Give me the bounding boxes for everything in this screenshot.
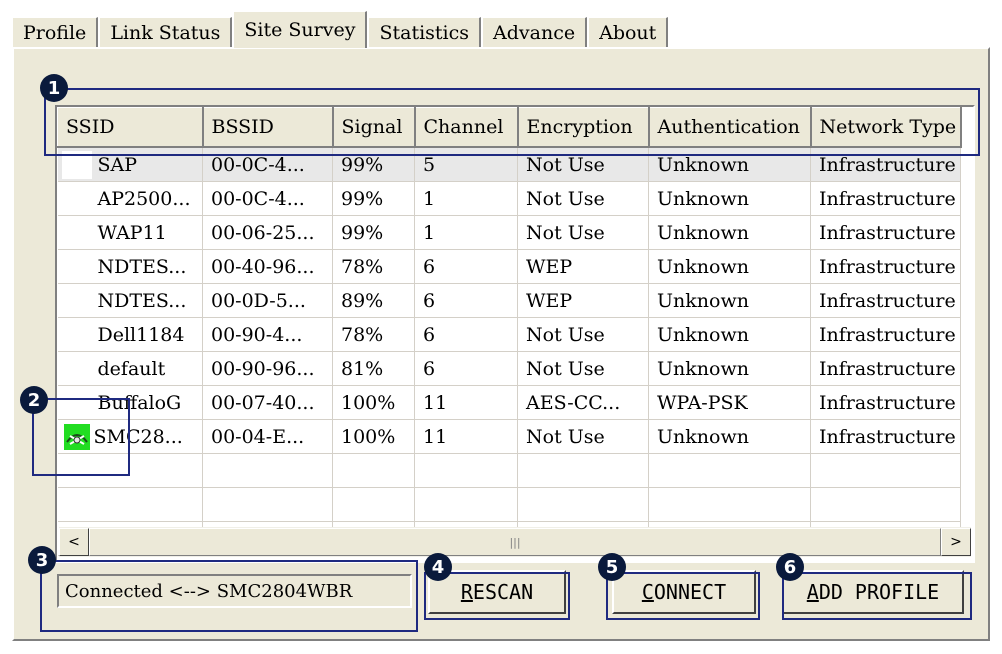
tab-about[interactable]: About: [588, 17, 669, 48]
scroll-right-button[interactable]: >: [941, 528, 971, 556]
cell-network-type: Infrastructure: [810, 283, 961, 318]
cell-bssid: 00-90-4...: [202, 317, 333, 352]
tab-statistics[interactable]: Statistics: [368, 17, 482, 48]
cell-channel: 6: [414, 317, 518, 352]
cell-encryption: Not Use: [517, 215, 649, 250]
cell-bssid: 00-0D-5...: [202, 283, 333, 318]
cell-channel: 6: [414, 249, 518, 284]
scroll-right-icon: >: [950, 534, 962, 550]
cell-encryption: Not Use: [517, 317, 649, 352]
callout-box-2: [32, 398, 130, 476]
cell-authentication: Unknown: [648, 419, 811, 454]
cell-bssid: 00-04-E...: [202, 419, 333, 454]
cell-signal: 78%: [332, 249, 415, 284]
cell-encryption: AES-CC...: [517, 385, 649, 420]
cell-network-type: Infrastructure: [810, 215, 961, 250]
table-row[interactable]: WAP11 00-06-25... 99% 1 Not Use Unknown …: [57, 215, 961, 250]
cell-signal: 99%: [332, 181, 415, 216]
cell-authentication: WPA-PSK: [648, 385, 811, 420]
network-table: SSID BSSID Signal Channel Encryption Aut…: [57, 107, 962, 556]
table-row[interactable]: default 00-90-96... 81% 6 Not Use Unknow…: [57, 351, 961, 386]
cell-authentication: Unknown: [648, 181, 811, 216]
cell-bssid: 00-90-96...: [202, 351, 333, 386]
scroll-left-button[interactable]: <: [59, 528, 89, 556]
cell-channel: 1: [414, 181, 518, 216]
callout-box-4: [424, 572, 570, 620]
callout-badge-2: 2: [20, 386, 48, 414]
table-row[interactable]: NDTES... 00-40-96... 78% 6 WEP Unknown I…: [57, 249, 961, 284]
cell-channel: 6: [414, 351, 518, 386]
cell-network-type: Infrastructure: [810, 181, 961, 216]
cell-network-type: Infrastructure: [810, 317, 961, 352]
cell-signal: 99%: [332, 215, 415, 250]
callout-badge-6: 6: [776, 553, 804, 581]
cell-channel: 6: [414, 283, 518, 318]
cell-network-type: Infrastructure: [810, 419, 961, 454]
callout-box-5: [606, 572, 760, 620]
cell-authentication: Unknown: [648, 317, 811, 352]
cell-signal: 81%: [332, 351, 415, 386]
callout-badge-5: 5: [598, 553, 626, 581]
cell-ssid: Dell1184: [57, 317, 203, 352]
callout-badge-1: 1: [40, 74, 68, 102]
table-row[interactable]: BuffaloG 00-07-40... 100% 11 AES-CC... W…: [57, 385, 961, 420]
cell-network-type: Infrastructure: [810, 351, 961, 386]
cell-network-type: Infrastructure: [810, 249, 961, 284]
table-row-empty: [57, 487, 961, 522]
cell-bssid: 00-0C-4...: [202, 181, 333, 216]
callout-badge-3: 3: [28, 546, 56, 574]
cell-authentication: Unknown: [648, 249, 811, 284]
cell-authentication: Unknown: [648, 351, 811, 386]
cell-signal: 78%: [332, 317, 415, 352]
tab-site-survey[interactable]: Site Survey: [233, 11, 368, 48]
callout-badge-4: 4: [424, 553, 452, 581]
table-row[interactable]: NDTES... 00-0D-5... 89% 6 WEP Unknown In…: [57, 283, 961, 318]
horizontal-scrollbar[interactable]: < ||| >: [59, 527, 971, 557]
table-row-empty: [57, 453, 961, 488]
table-row[interactable]: SMC28... 00-04-E... 100% 11 Not Use Unkn…: [57, 419, 961, 454]
table-row[interactable]: Dell1184 00-90-4... 78% 6 Not Use Unknow…: [57, 317, 961, 352]
cell-signal: 89%: [332, 283, 415, 318]
cell-ssid: WAP11: [57, 215, 203, 250]
table-row[interactable]: AP2500... 00-0C-4... 99% 1 Not Use Unkno…: [57, 181, 961, 216]
callout-box-1: [44, 88, 980, 156]
cell-ssid: AP2500...: [57, 181, 203, 216]
tab-bar: Profile Link Status Site Survey Statisti…: [12, 11, 669, 48]
tab-profile[interactable]: Profile: [12, 17, 99, 48]
scroll-left-icon: <: [68, 534, 80, 550]
cell-network-type: Infrastructure: [810, 385, 961, 420]
cell-authentication: Unknown: [648, 283, 811, 318]
scrollbar-thumb[interactable]: |||: [89, 528, 941, 556]
cell-ssid: NDTES...: [57, 249, 203, 284]
cell-ssid: NDTES...: [57, 283, 203, 318]
callout-box-6: [782, 572, 972, 620]
cell-signal: 100%: [332, 385, 415, 420]
cell-bssid: 00-06-25...: [202, 215, 333, 250]
scrollbar-grip-icon: |||: [509, 535, 521, 549]
cell-encryption: Not Use: [517, 181, 649, 216]
cell-authentication: Unknown: [648, 215, 811, 250]
cell-signal: 100%: [332, 419, 415, 454]
cell-bssid: 00-40-96...: [202, 249, 333, 284]
tab-advance[interactable]: Advance: [482, 17, 588, 48]
cell-ssid: SAP: [97, 153, 138, 176]
cell-channel: 1: [414, 215, 518, 250]
cell-encryption: Not Use: [517, 419, 649, 454]
cell-bssid: 00-07-40...: [202, 385, 333, 420]
tab-link-status[interactable]: Link Status: [99, 17, 233, 48]
cell-encryption: WEP: [517, 249, 649, 284]
network-list[interactable]: SSID BSSID Signal Channel Encryption Aut…: [55, 105, 975, 563]
cell-channel: 11: [414, 385, 518, 420]
cell-encryption: WEP: [517, 283, 649, 318]
callout-box-3: [40, 560, 418, 632]
cell-channel: 11: [414, 419, 518, 454]
cell-ssid: default: [57, 351, 203, 386]
cell-encryption: Not Use: [517, 351, 649, 386]
